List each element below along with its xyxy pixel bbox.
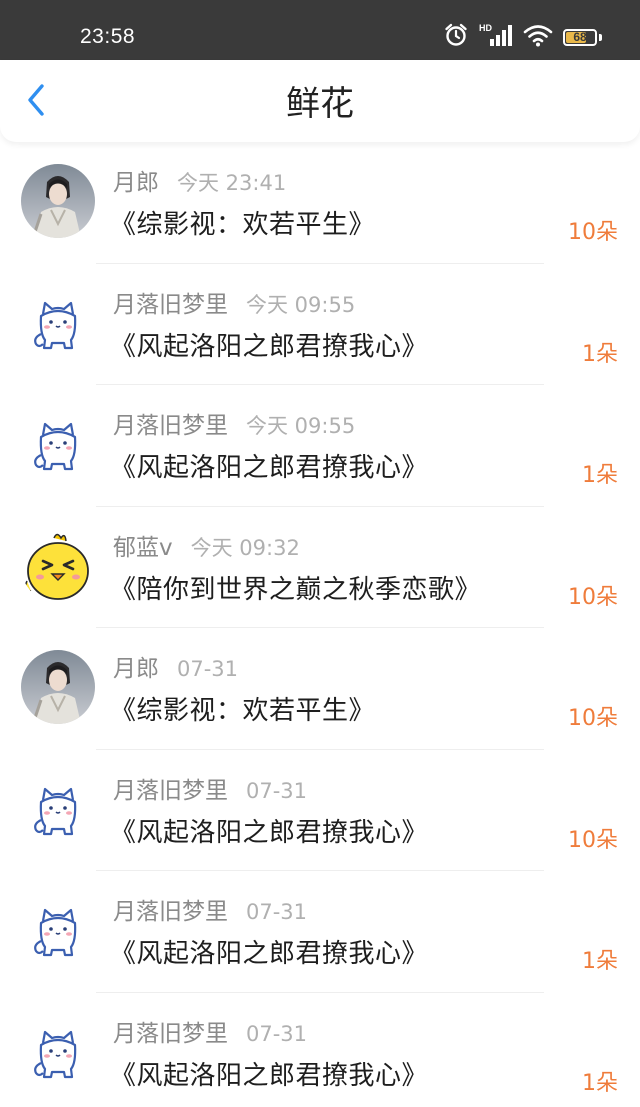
photo-avatar[interactable] (21, 650, 95, 724)
list-item[interactable]: 郁蓝v 今天 09:32 《陪你到世界之巅之秋季恋歌》 10朵 (0, 507, 640, 628)
cellular-signal-icon: HD (479, 22, 513, 52)
photo-avatar[interactable] (21, 164, 95, 238)
flower-count: 1朵 (582, 1070, 618, 1096)
flower-count: 10朵 (568, 220, 618, 245)
cat-avatar[interactable] (21, 771, 95, 846)
username[interactable]: 郁蓝v (113, 535, 173, 561)
timestamp: 07-31 (246, 778, 308, 803)
status-bar: 23:58 HD 68 (0, 0, 640, 60)
battery-nub (599, 33, 602, 41)
timestamp: 07-31 (246, 1021, 308, 1046)
status-time: 23:58 (80, 25, 136, 48)
cat-avatar[interactable] (21, 285, 95, 360)
flower-count: 1朵 (582, 341, 618, 367)
alarm-icon (443, 22, 469, 52)
flower-count: 10朵 (568, 706, 618, 731)
timestamp: 07-31 (177, 657, 239, 681)
flower-gift-list: 月郎 今天 23:41 《综影视：欢若平生》 10朵 月落旧梦里 今天 09:55 … (0, 142, 640, 1107)
list-item[interactable]: 月落旧梦里 今天 09:55 《风起洛阳之郎君撩我心》 1朵 (0, 385, 640, 507)
timestamp: 今天 09:32 (190, 535, 300, 560)
nav-bar: 鲜花 (0, 60, 640, 142)
flower-count: 10朵 (568, 827, 618, 853)
wifi-icon (523, 22, 553, 52)
list-item[interactable]: 月郎 今天 23:41 《综影视：欢若平生》 10朵 (0, 142, 640, 264)
book-title[interactable]: 《风起洛阳之郎君撩我心》 (110, 1059, 428, 1093)
timestamp: 今天 09:55 (246, 292, 356, 317)
username[interactable]: 月郎 (113, 656, 159, 682)
username[interactable]: 月落旧梦里 (113, 899, 228, 925)
page-title: 鲜花 (286, 84, 354, 124)
battery-icon: 68 (563, 28, 597, 46)
list-item[interactable]: 月落旧梦里 07-31 《风起洛阳之郎君撩我心》 1朵 (0, 993, 640, 1107)
book-title[interactable]: 《风起洛阳之郎君撩我心》 (110, 937, 428, 971)
username[interactable]: 月落旧梦里 (113, 413, 228, 439)
book-title[interactable]: 《陪你到世界之巅之秋季恋歌》 (110, 573, 481, 607)
cat-avatar[interactable] (21, 1014, 95, 1089)
username[interactable]: 月落旧梦里 (113, 1021, 228, 1047)
book-title[interactable]: 《综影视：欢若平生》 (110, 694, 375, 728)
list-item[interactable]: 月落旧梦里 07-31 《风起洛阳之郎君撩我心》 1朵 (0, 871, 640, 993)
username[interactable]: 月落旧梦里 (113, 778, 228, 804)
book-title[interactable]: 《综影视：欢若平生》 (110, 208, 375, 242)
status-icons: HD 68 (443, 22, 602, 52)
cat-avatar[interactable] (21, 407, 95, 481)
flower-count: 10朵 (568, 584, 618, 610)
book-title[interactable]: 《风起洛阳之郎君撩我心》 (110, 451, 428, 485)
list-item[interactable]: 月落旧梦里 07-31 《风起洛阳之郎君撩我心》 10朵 (0, 750, 640, 871)
cat-avatar[interactable] (21, 893, 95, 967)
list-item[interactable]: 月落旧梦里 今天 09:55 《风起洛阳之郎君撩我心》 1朵 (0, 264, 640, 385)
list-item[interactable]: 月郎 07-31 《综影视：欢若平生》 10朵 (0, 628, 640, 750)
battery-level-text: 68 (573, 29, 587, 44)
book-title[interactable]: 《风起洛阳之郎君撩我心》 (110, 330, 428, 364)
flower-count: 1朵 (582, 949, 618, 974)
chick-avatar[interactable] (21, 528, 95, 603)
timestamp: 今天 23:41 (177, 171, 287, 195)
book-title[interactable]: 《风起洛阳之郎君撩我心》 (110, 816, 428, 850)
flower-count: 1朵 (582, 463, 618, 488)
username[interactable]: 月郎 (113, 170, 159, 196)
username[interactable]: 月落旧梦里 (113, 292, 228, 318)
timestamp: 今天 09:55 (246, 414, 356, 438)
network-type-label: HD (479, 23, 492, 33)
timestamp: 07-31 (246, 900, 308, 924)
